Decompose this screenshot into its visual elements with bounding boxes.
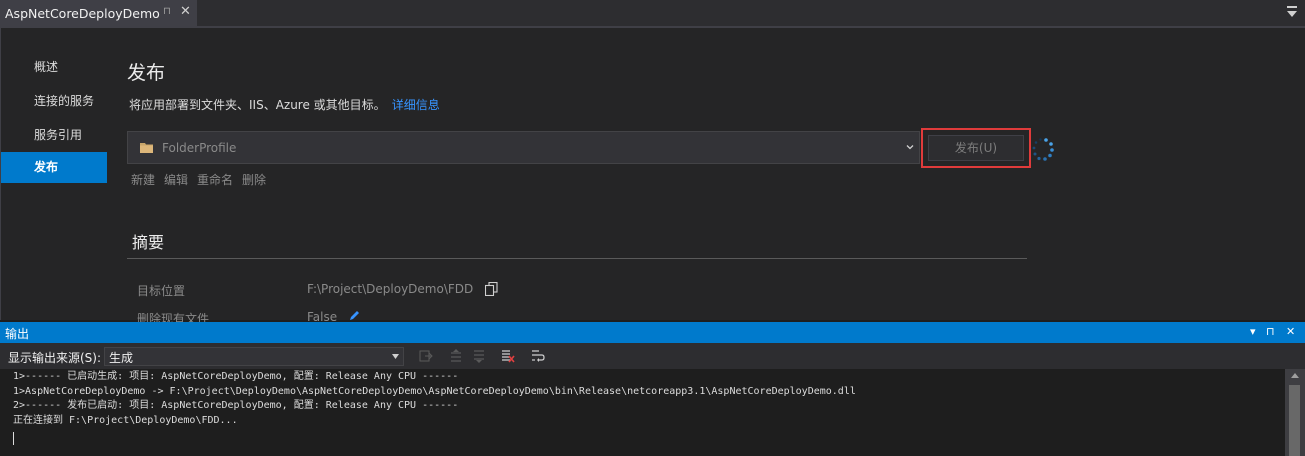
publish-button[interactable]: 发布(U) xyxy=(928,135,1024,161)
close-icon[interactable]: ✕ xyxy=(180,4,191,19)
previous-message-icon[interactable] xyxy=(449,349,463,363)
folder-icon xyxy=(140,143,153,153)
document-tab-title: AspNetCoreDeployDemo xyxy=(5,5,160,21)
delete-profile-link[interactable]: 删除 xyxy=(242,173,266,187)
word-wrap-icon[interactable] xyxy=(531,349,545,363)
output-source-label: 显示输出来源(S): xyxy=(8,351,102,365)
sidebar-nav: 概述 连接的服务 服务引用 发布 xyxy=(1,50,107,183)
pencil-icon[interactable] xyxy=(349,310,360,321)
sidebar-item-service-references[interactable]: 服务引用 xyxy=(1,118,107,152)
target-location-label: 目标位置 xyxy=(137,284,186,298)
text-cursor xyxy=(13,432,14,445)
page-description: 将应用部署到文件夹、IIS、Azure 或其他目标。 详细信息 xyxy=(129,96,440,113)
new-profile-link[interactable]: 新建 xyxy=(131,173,155,187)
output-toolbar: 显示输出来源(S): 生成 xyxy=(0,343,1305,369)
tab-list-dropdown-icon[interactable] xyxy=(1287,6,1297,18)
output-scrollbar[interactable] xyxy=(1285,369,1305,456)
publish-button-highlight: 发布(U) xyxy=(921,128,1031,168)
profile-name: FolderProfile xyxy=(162,141,237,155)
clear-all-icon[interactable] xyxy=(501,349,515,363)
loading-spinner-icon xyxy=(1032,138,1054,161)
pin-icon[interactable]: ⊓ xyxy=(163,6,171,17)
copy-icon[interactable] xyxy=(485,282,498,296)
output-source-value: 生成 xyxy=(109,351,134,365)
dropdown-arrow-icon xyxy=(392,354,399,359)
output-line: 1>AspNetCoreDeployDemo -> F:\Project\Dep… xyxy=(13,385,856,397)
output-line: 2>------ 发布已启动: 项目: AspNetCoreDeployDemo… xyxy=(13,400,459,411)
publish-page: 概述 连接的服务 服务引用 发布 发布 将应用部署到文件夹、IIS、Azure … xyxy=(0,28,1305,326)
sidebar-item-overview[interactable]: 概述 xyxy=(1,50,107,84)
sidebar-item-connected-services[interactable]: 连接的服务 xyxy=(1,84,107,118)
page-title: 发布 xyxy=(127,62,166,84)
sidebar-item-publish[interactable]: 发布 xyxy=(1,152,107,183)
output-window-title: 输出 xyxy=(5,327,30,341)
target-location-value: F:\Project\DeployDemo\FDD xyxy=(307,282,474,296)
scroll-up-arrow-icon[interactable] xyxy=(1291,373,1299,378)
description-text: 将应用部署到文件夹、IIS、Azure 或其他目标。 xyxy=(129,98,386,112)
document-tab-strip: AspNetCoreDeployDemo ⊓ ✕ xyxy=(0,0,1305,28)
pin-icon[interactable]: ⊓ xyxy=(1266,325,1275,338)
scrollbar-thumb[interactable] xyxy=(1289,385,1300,456)
summary-divider xyxy=(127,258,1027,259)
window-position-icon[interactable]: ▾ xyxy=(1250,325,1256,338)
publish-profile-dropdown[interactable]: FolderProfile xyxy=(127,131,920,164)
output-line: 正在连接到 F:\Project\DeployDemo\FDD... xyxy=(13,414,238,426)
summary-heading: 摘要 xyxy=(132,233,165,252)
output-source-dropdown[interactable]: 生成 xyxy=(104,347,404,366)
chevron-down-icon xyxy=(906,145,914,150)
next-message-icon[interactable] xyxy=(472,349,486,363)
close-icon[interactable]: ✕ xyxy=(1286,325,1295,338)
edit-profile-link[interactable]: 编辑 xyxy=(164,173,188,187)
more-info-link[interactable]: 详细信息 xyxy=(392,98,440,112)
find-message-in-code-icon[interactable] xyxy=(419,349,433,363)
output-line: 1>------ 已启动生成: 项目: AspNetCoreDeployDemo… xyxy=(13,371,459,382)
output-window-title-bar: 输出 ▾ ⊓ ✕ xyxy=(0,322,1305,343)
document-tab[interactable]: AspNetCoreDeployDemo ⊓ ✕ xyxy=(0,0,197,26)
output-text-area[interactable]: 1>------ 已启动生成: 项目: AspNetCoreDeployDemo… xyxy=(0,369,1285,456)
rename-profile-link[interactable]: 重命名 xyxy=(197,173,233,187)
profile-actions: 新建 编辑 重命名 删除 xyxy=(131,171,275,188)
